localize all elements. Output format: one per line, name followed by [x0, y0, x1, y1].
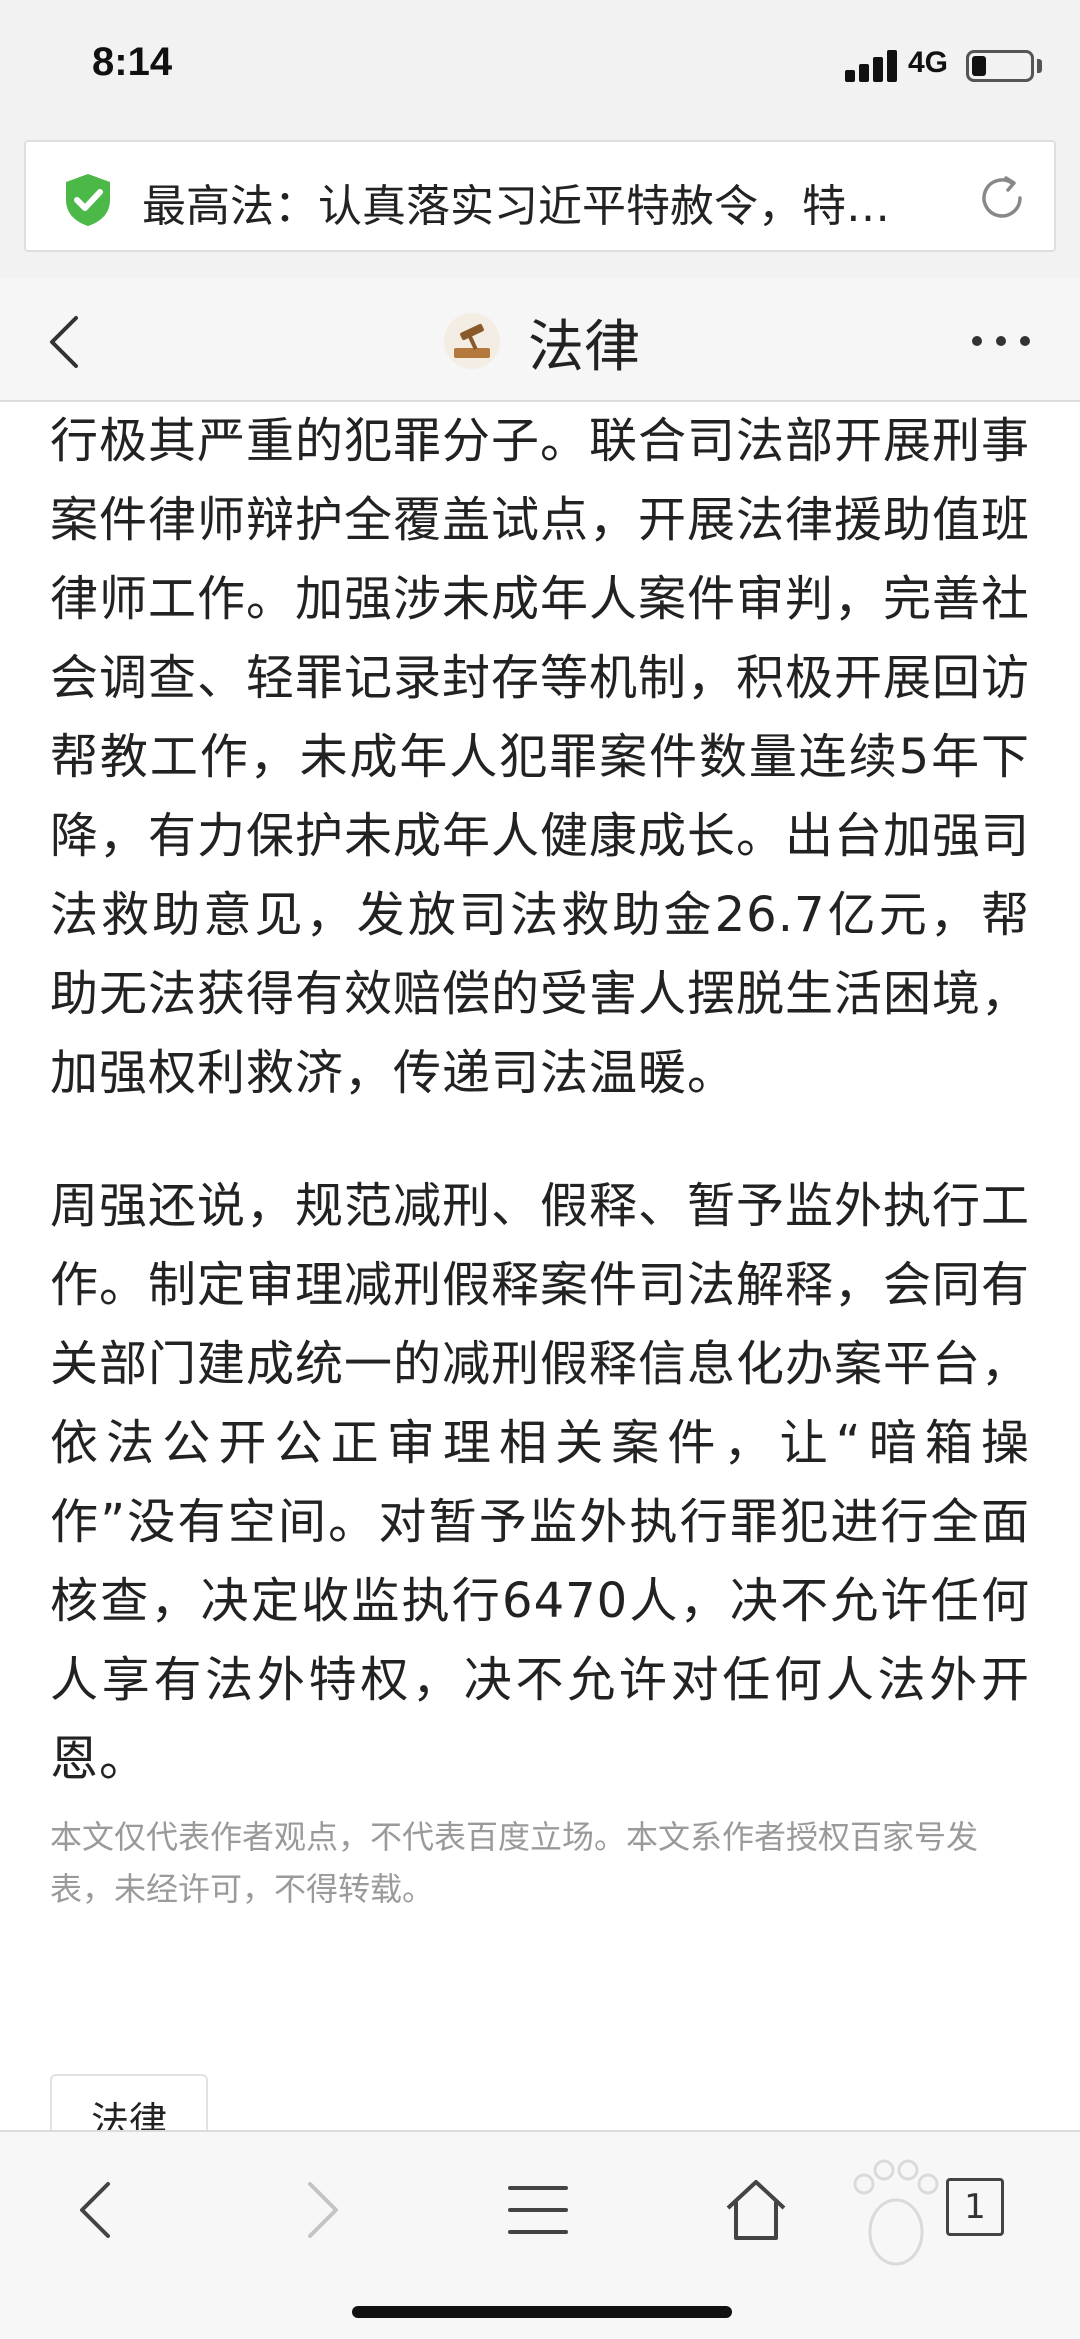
shield-check-icon: [66, 174, 110, 226]
address-bar-container: 最高法：认真落实习近平特赦令，特…: [0, 138, 1080, 278]
reload-icon[interactable]: [976, 172, 1028, 224]
more-dots-icon[interactable]: [972, 336, 1032, 348]
home-icon[interactable]: [720, 2174, 792, 2246]
network-type: 4G: [908, 46, 949, 79]
bottom-toolbar: 1: [0, 2130, 1080, 2339]
battery-tip: [1037, 59, 1042, 73]
back-icon[interactable]: [62, 2174, 134, 2246]
menu-icon[interactable]: [502, 2174, 574, 2246]
article-paragraph: 行极其严重的犯罪分子。联合司法部开展刑事案件律师辩护全覆盖试点，开展法律援助值班…: [50, 413, 1030, 1101]
signal-icon: [845, 50, 897, 82]
paw-icon: [853, 2159, 939, 2266]
status-bar: 8:14 4G: [0, 0, 1080, 138]
nav-header: 法律: [0, 278, 1080, 402]
battery-icon: [966, 50, 1034, 82]
page-title-text: 最高法：认真落实习近平特赦令，特…: [142, 181, 890, 232]
forward-icon[interactable]: [284, 2174, 356, 2246]
article-body: 行极其严重的犯罪分子。联合司法部开展刑事案件律师辩护全覆盖试点，开展法律援助值班…: [50, 402, 1030, 2130]
article-paragraph: 周强还说，规范减刑、假释、暂予监外执行工作。制定审理减刑假释案件司法解释，会同有…: [50, 1178, 1030, 1787]
disclaimer-text: 本文仅代表作者观点，不代表百度立场。本文系作者授权百家号发表，未经许可，不得转载…: [50, 1818, 979, 1908]
tabs-icon[interactable]: 1: [946, 2178, 1004, 2236]
address-bar[interactable]: 最高法：认真落实习近平特赦令，特…: [24, 140, 1056, 252]
back-chevron-icon[interactable]: [44, 312, 84, 372]
channel-title: 法律: [528, 315, 640, 380]
law-logo-icon: [444, 313, 500, 369]
home-indicator[interactable]: [352, 2306, 732, 2318]
status-time: 8:14: [92, 40, 173, 84]
article-tag[interactable]: 法律: [50, 2074, 208, 2130]
